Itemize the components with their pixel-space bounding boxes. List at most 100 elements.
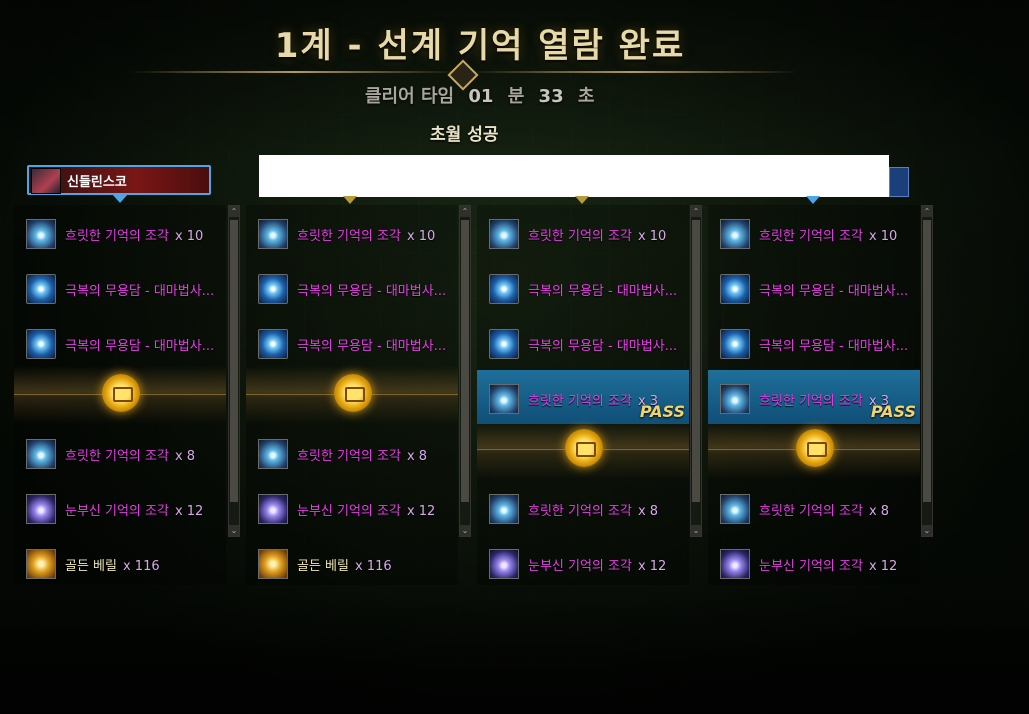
- reward-item-label: 흐릿한 기억의 조각 x 8: [528, 500, 658, 519]
- reward-item-name: 눈부신 기억의 조각: [297, 504, 401, 519]
- memory-fragment-icon: [26, 439, 56, 469]
- scroll-thumb[interactable]: [230, 220, 238, 502]
- pass-reward-row[interactable]: 흐릿한 기억의 조각 x 3 PASS: [477, 370, 689, 424]
- column-scrollbar[interactable]: ⌃ ⌄: [228, 205, 240, 537]
- reward-item[interactable]: 극복의 무용담 - 대마법사...: [477, 264, 689, 314]
- column-scrollbar[interactable]: ⌃ ⌄: [921, 205, 933, 537]
- reward-divider: [14, 366, 226, 424]
- reward-item-name: 극복의 무용담 - 대마법사...: [528, 339, 678, 354]
- reward-column: 흐릿한 기억의 조각 x 10 극복의 무용담 - 대마법사... 극복의 무용담 -…: [708, 205, 920, 585]
- reward-item-label: 극복의 무용담 - 대마법사...: [65, 280, 220, 299]
- reward-item-name: 극복의 무용담 - 대마법사...: [759, 284, 909, 299]
- reward-item-quantity: x 10: [868, 229, 898, 244]
- reward-divider: [708, 421, 920, 479]
- golden-beryl-icon: [26, 549, 56, 579]
- reward-item-label: 극복의 무용담 - 대마법사...: [759, 280, 914, 299]
- scroll-thumb[interactable]: [923, 220, 931, 502]
- nameplate-edge: [889, 167, 909, 197]
- reward-item-label: 골든 베릴 x 116: [65, 555, 160, 574]
- reward-item[interactable]: 골든 베릴 x 116: [14, 539, 226, 589]
- reward-column: 흐릿한 기억의 조각 x 10 극복의 무용담 - 대마법사... 극복의 무용담 -…: [246, 205, 458, 585]
- reward-item-name: 극복의 무용담 - 대마법사...: [65, 284, 215, 299]
- reward-item-quantity: x 116: [354, 559, 392, 574]
- minute-unit: 분: [507, 86, 525, 107]
- reward-item-name: 극복의 무용담 - 대마법사...: [297, 284, 447, 299]
- conquest-token-icon: [489, 329, 519, 359]
- memory-fragment-icon: [720, 384, 750, 414]
- treasure-chest-icon[interactable]: [796, 429, 834, 467]
- pass-badge: PASS: [639, 402, 685, 421]
- reward-item[interactable]: 눈부신 기억의 조각 x 12: [708, 539, 920, 589]
- memory-fragment-icon: [258, 439, 288, 469]
- reward-item-quantity: x 10: [406, 229, 436, 244]
- second-unit: 초: [577, 86, 595, 107]
- reward-item-label: 눈부신 기억의 조각 x 12: [297, 500, 435, 519]
- bright-fragment-icon: [258, 494, 288, 524]
- scroll-down-icon[interactable]: ⌄: [229, 525, 239, 536]
- result-title: 1계 - 선계 기억 열람 완료: [274, 26, 686, 66]
- pass-badge: PASS: [870, 402, 916, 421]
- reward-item[interactable]: 흐릿한 기억의 조각 x 8: [246, 429, 458, 479]
- reward-item-name: 흐릿한 기억의 조각: [759, 504, 863, 519]
- column-scrollbar[interactable]: ⌃ ⌄: [690, 205, 702, 537]
- scroll-up-icon[interactable]: ⌃: [229, 206, 239, 217]
- reward-column: 흐릿한 기억의 조각 x 10 극복의 무용담 - 대마법사... 극복의 무용담 -…: [14, 205, 226, 585]
- reward-item[interactable]: 흐릿한 기억의 조각 x 10: [477, 209, 689, 259]
- column-marker: [343, 196, 357, 204]
- scroll-up-icon[interactable]: ⌃: [460, 206, 470, 217]
- reward-item-quantity: x 12: [174, 504, 204, 519]
- conquest-token-icon: [720, 274, 750, 304]
- reward-item[interactable]: 극복의 무용담 - 대마법사...: [246, 319, 458, 369]
- treasure-chest-icon[interactable]: [102, 374, 140, 412]
- scroll-up-icon[interactable]: ⌃: [691, 206, 701, 217]
- memory-fragment-icon: [489, 384, 519, 414]
- reward-item-name: 흐릿한 기억의 조각: [297, 229, 401, 244]
- reward-item-label: 흐릿한 기억의 조각 x 10: [297, 225, 435, 244]
- reward-item[interactable]: 극복의 무용담 - 대마법사...: [708, 264, 920, 314]
- reward-item[interactable]: 눈부신 기억의 조각 x 12: [246, 484, 458, 534]
- reward-item[interactable]: 흐릿한 기억의 조각 x 10: [246, 209, 458, 259]
- scroll-down-icon[interactable]: ⌄: [691, 525, 701, 536]
- treasure-chest-icon[interactable]: [565, 429, 603, 467]
- reward-item-label: 흐릿한 기억의 조각 x 8: [65, 445, 195, 464]
- memory-fragment-icon: [489, 494, 519, 524]
- reward-column: 흐릿한 기억의 조각 x 10 극복의 무용담 - 대마법사... 극복의 무용담 -…: [477, 205, 689, 585]
- reward-item[interactable]: 골든 베릴 x 116: [246, 539, 458, 589]
- reward-item[interactable]: 극복의 무용담 - 대마법사...: [14, 319, 226, 369]
- reward-item[interactable]: 극복의 무용담 - 대마법사...: [14, 264, 226, 314]
- treasure-chest-icon[interactable]: [334, 374, 372, 412]
- scroll-up-icon[interactable]: ⌃: [922, 206, 932, 217]
- reward-item[interactable]: 눈부신 기억의 조각 x 12: [477, 539, 689, 589]
- reward-item-name: 극복의 무용담 - 대마법사...: [759, 339, 909, 354]
- column-scrollbar[interactable]: ⌃ ⌄: [459, 205, 471, 537]
- reward-item[interactable]: 극복의 무용담 - 대마법사...: [708, 319, 920, 369]
- reward-item-label: 눈부신 기억의 조각 x 12: [65, 500, 203, 519]
- scroll-down-icon[interactable]: ⌄: [460, 525, 470, 536]
- scroll-thumb[interactable]: [461, 220, 469, 502]
- scroll-thumb[interactable]: [692, 220, 700, 502]
- reward-item[interactable]: 극복의 무용담 - 대마법사...: [477, 319, 689, 369]
- reward-item[interactable]: 흐릿한 기억의 조각 x 10: [708, 209, 920, 259]
- pass-reward-row[interactable]: 흐릿한 기억의 조각 x 3 PASS: [708, 370, 920, 424]
- title-ornament-left: [130, 71, 460, 73]
- conquest-token-icon: [258, 274, 288, 304]
- conquest-token-icon: [489, 274, 519, 304]
- reward-item[interactable]: 흐릿한 기억의 조각 x 8: [477, 484, 689, 534]
- reward-item-name: 눈부신 기억의 조각: [759, 559, 863, 574]
- bright-fragment-icon: [489, 549, 519, 579]
- reward-item-label: 흐릿한 기억의 조각 x 10: [65, 225, 203, 244]
- reward-item[interactable]: 흐릿한 기억의 조각 x 8: [14, 429, 226, 479]
- reward-item-quantity: x 8: [174, 449, 196, 464]
- clear-seconds: 33: [538, 86, 564, 107]
- reward-item[interactable]: 눈부신 기억의 조각 x 12: [14, 484, 226, 534]
- reward-item-name: 눈부신 기억의 조각: [65, 504, 169, 519]
- scroll-down-icon[interactable]: ⌄: [922, 525, 932, 536]
- reward-item[interactable]: 흐릿한 기억의 조각 x 10: [14, 209, 226, 259]
- column-marker: [806, 196, 820, 204]
- memory-fragment-icon: [720, 219, 750, 249]
- reward-item-label: 흐릿한 기억의 조각 x 3: [528, 390, 658, 409]
- reward-item-quantity: x 12: [868, 559, 898, 574]
- reward-item[interactable]: 극복의 무용담 - 대마법사...: [246, 264, 458, 314]
- reward-item-label: 극복의 무용담 - 대마법사...: [65, 335, 220, 354]
- reward-item[interactable]: 흐릿한 기억의 조각 x 8: [708, 484, 920, 534]
